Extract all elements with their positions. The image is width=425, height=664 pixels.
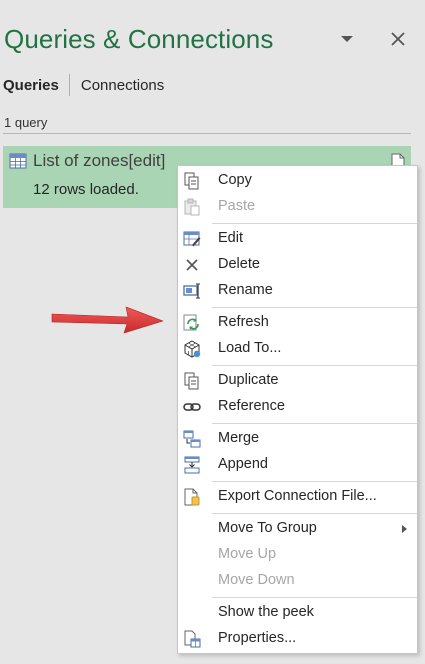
export-file-icon bbox=[184, 488, 200, 506]
submenu-arrow-icon bbox=[402, 525, 407, 533]
menu-item-label: Duplicate bbox=[218, 372, 279, 388]
menu-item-label: Load To... bbox=[218, 340, 282, 356]
menu-item-move-to-group[interactable]: Move To Group bbox=[178, 516, 417, 542]
table-icon bbox=[9, 153, 27, 169]
merge-icon bbox=[183, 430, 201, 448]
tab-queries[interactable]: Queries bbox=[3, 77, 59, 94]
rename-icon bbox=[183, 283, 200, 299]
properties-icon bbox=[184, 630, 201, 648]
menu-separator bbox=[212, 423, 417, 424]
menu-item-label: Delete bbox=[218, 256, 260, 272]
menu-item-paste[interactable]: Paste bbox=[178, 194, 417, 220]
divider bbox=[3, 133, 411, 134]
close-pane-button[interactable] bbox=[389, 30, 407, 48]
menu-item-merge[interactable]: Merge bbox=[178, 426, 417, 452]
menu-item-move-up[interactable]: Move Up bbox=[178, 542, 417, 568]
menu-item-label: Show the peek bbox=[218, 604, 314, 620]
menu-separator bbox=[212, 307, 417, 308]
menu-item-label: Merge bbox=[218, 430, 260, 446]
menu-item-copy[interactable]: Copy bbox=[178, 168, 417, 194]
append-icon bbox=[184, 456, 200, 474]
menu-item-move-down[interactable]: Move Down bbox=[178, 568, 417, 594]
menu-separator bbox=[212, 481, 417, 482]
menu-item-label: Reference bbox=[218, 398, 285, 414]
menu-item-reference[interactable]: Reference bbox=[178, 394, 417, 420]
menu-item-label: Export Connection File... bbox=[218, 488, 377, 504]
menu-item-label: Edit bbox=[218, 230, 243, 246]
red-arrow-icon bbox=[51, 306, 164, 334]
query-name: List of zones[edit] bbox=[33, 151, 166, 170]
copy-icon bbox=[184, 172, 199, 190]
menu-separator bbox=[212, 597, 417, 598]
refresh-icon bbox=[183, 314, 199, 331]
pane-options-dropdown[interactable] bbox=[340, 34, 354, 44]
query-status: 12 rows loaded. bbox=[33, 181, 139, 198]
menu-item-refresh[interactable]: Refresh bbox=[178, 310, 417, 336]
tab-separator bbox=[68, 74, 70, 96]
duplicate-icon bbox=[184, 372, 199, 390]
menu-item-label: Move Up bbox=[218, 546, 277, 562]
chevron-down-icon bbox=[341, 36, 353, 42]
menu-item-label: Move Down bbox=[218, 572, 295, 588]
menu-item-show-the-peek[interactable]: Show the peek bbox=[178, 600, 417, 626]
pane-title: Queries & Connections bbox=[4, 24, 274, 54]
x-icon bbox=[186, 259, 198, 271]
menu-item-properties[interactable]: Properties... bbox=[178, 626, 417, 652]
menu-item-label: Move To Group bbox=[218, 520, 317, 536]
menu-item-label: Copy bbox=[218, 172, 252, 188]
menu-item-export-connection-file[interactable]: Export Connection File... bbox=[178, 484, 417, 510]
menu-item-rename[interactable]: Rename bbox=[178, 278, 417, 304]
load-cube-icon bbox=[184, 340, 201, 358]
menu-separator bbox=[212, 513, 417, 514]
menu-item-load-to[interactable]: Load To... bbox=[178, 336, 417, 362]
menu-item-label: Properties... bbox=[218, 630, 297, 646]
menu-item-delete[interactable]: Delete bbox=[178, 252, 417, 278]
menu-item-label: Refresh bbox=[218, 314, 269, 330]
menu-item-append[interactable]: Append bbox=[178, 452, 417, 478]
menu-item-edit[interactable]: Edit bbox=[178, 226, 417, 252]
menu-item-label: Rename bbox=[218, 282, 273, 298]
menu-separator bbox=[212, 223, 417, 224]
link-icon bbox=[183, 403, 201, 411]
pane-tabs: Queries Connections bbox=[3, 74, 164, 96]
context-menu: Copy Paste Edit Delete Rename Refresh Lo… bbox=[177, 165, 418, 654]
edit-table-icon bbox=[183, 231, 201, 247]
menu-separator bbox=[212, 365, 417, 366]
tab-connections[interactable]: Connections bbox=[81, 77, 164, 94]
close-icon bbox=[391, 32, 405, 46]
menu-item-duplicate[interactable]: Duplicate bbox=[178, 368, 417, 394]
paste-icon bbox=[184, 198, 200, 216]
query-count: 1 query bbox=[4, 115, 48, 130]
menu-item-label: Append bbox=[218, 456, 268, 472]
menu-item-label: Paste bbox=[218, 198, 256, 214]
